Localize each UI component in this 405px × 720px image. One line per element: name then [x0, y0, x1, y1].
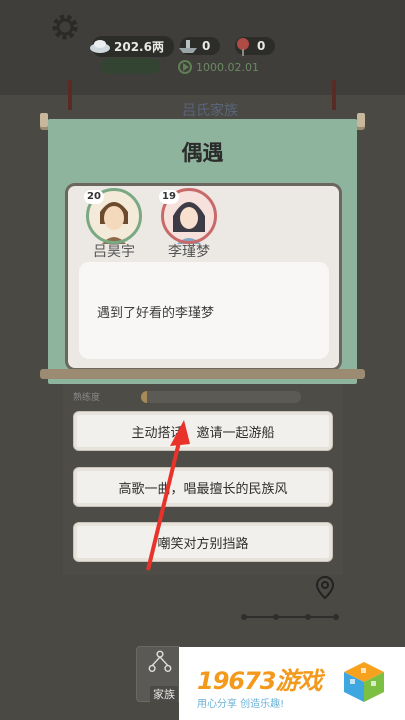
annotation-arrow	[146, 420, 190, 571]
watermark-banner: 19673游戏 用心分享 创造乐趣!	[179, 647, 405, 720]
watermark-brand: 19673游戏	[197, 667, 322, 695]
cube-logo-icon	[344, 662, 384, 702]
watermark-slogan: 用心分享 创造乐趣!	[197, 699, 285, 710]
